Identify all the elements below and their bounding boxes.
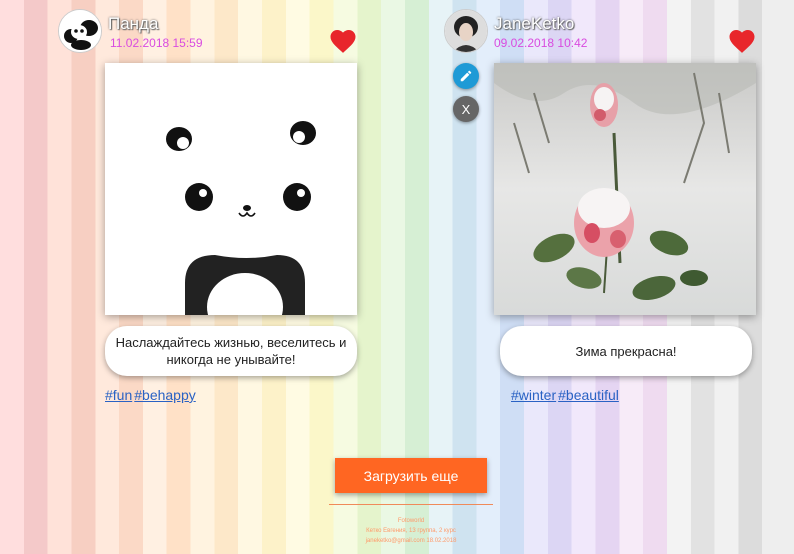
- tag-link[interactable]: #behappy: [134, 387, 196, 403]
- tag-link[interactable]: #beautiful: [558, 387, 619, 403]
- delete-post-button[interactable]: X: [453, 96, 479, 122]
- post-photo-2[interactable]: [494, 63, 756, 315]
- post-caption-text: Наслаждайтесь жизнью, веселитесь и никог…: [115, 335, 347, 367]
- post-username[interactable]: JaneKetko: [494, 14, 574, 34]
- user-photo-avatar-icon: [445, 10, 487, 52]
- post-tags: #fun #behappy: [105, 387, 198, 403]
- post-username[interactable]: Панда: [108, 14, 158, 34]
- delete-label: X: [461, 101, 471, 117]
- post-date: 09.02.2018 10:42: [494, 36, 588, 50]
- post-photo-1[interactable]: [105, 63, 357, 341]
- like-heart-icon[interactable]: [727, 26, 757, 56]
- like-heart-icon[interactable]: [328, 26, 358, 56]
- pencil-icon: [460, 70, 472, 82]
- user-avatar-1[interactable]: [58, 9, 102, 53]
- tag-link[interactable]: #fun: [105, 387, 132, 403]
- post-caption: Наслаждайтесь жизнью, веселитесь и никог…: [105, 326, 357, 376]
- panda-avatar-icon: [59, 10, 101, 52]
- edit-post-button[interactable]: [453, 63, 479, 89]
- footer-author: Кетко Евгения, 13 группа, 2 курс: [366, 528, 456, 534]
- post-caption: Зима прекрасна!: [500, 326, 752, 376]
- post-caption-text: Зима прекрасна!: [575, 343, 677, 359]
- footer-contact: janeketko@gmail.com 18.02.2018: [365, 538, 457, 544]
- snowy-rose-photo-icon: [494, 63, 756, 315]
- tag-link[interactable]: #winter: [511, 387, 556, 403]
- user-avatar-2[interactable]: [444, 9, 488, 53]
- footer-site-name: Fotoworld: [397, 518, 425, 524]
- post-tags: #winter #beautiful: [511, 387, 621, 403]
- load-more-button[interactable]: Загрузить еще: [335, 458, 487, 493]
- post-date: 11.02.2018 15:59: [110, 36, 203, 50]
- footer-divider: [329, 504, 493, 505]
- footer: Fotoworld Кетко Евгения, 13 группа, 2 ку…: [329, 516, 493, 546]
- panda-illustration-icon: [105, 63, 357, 341]
